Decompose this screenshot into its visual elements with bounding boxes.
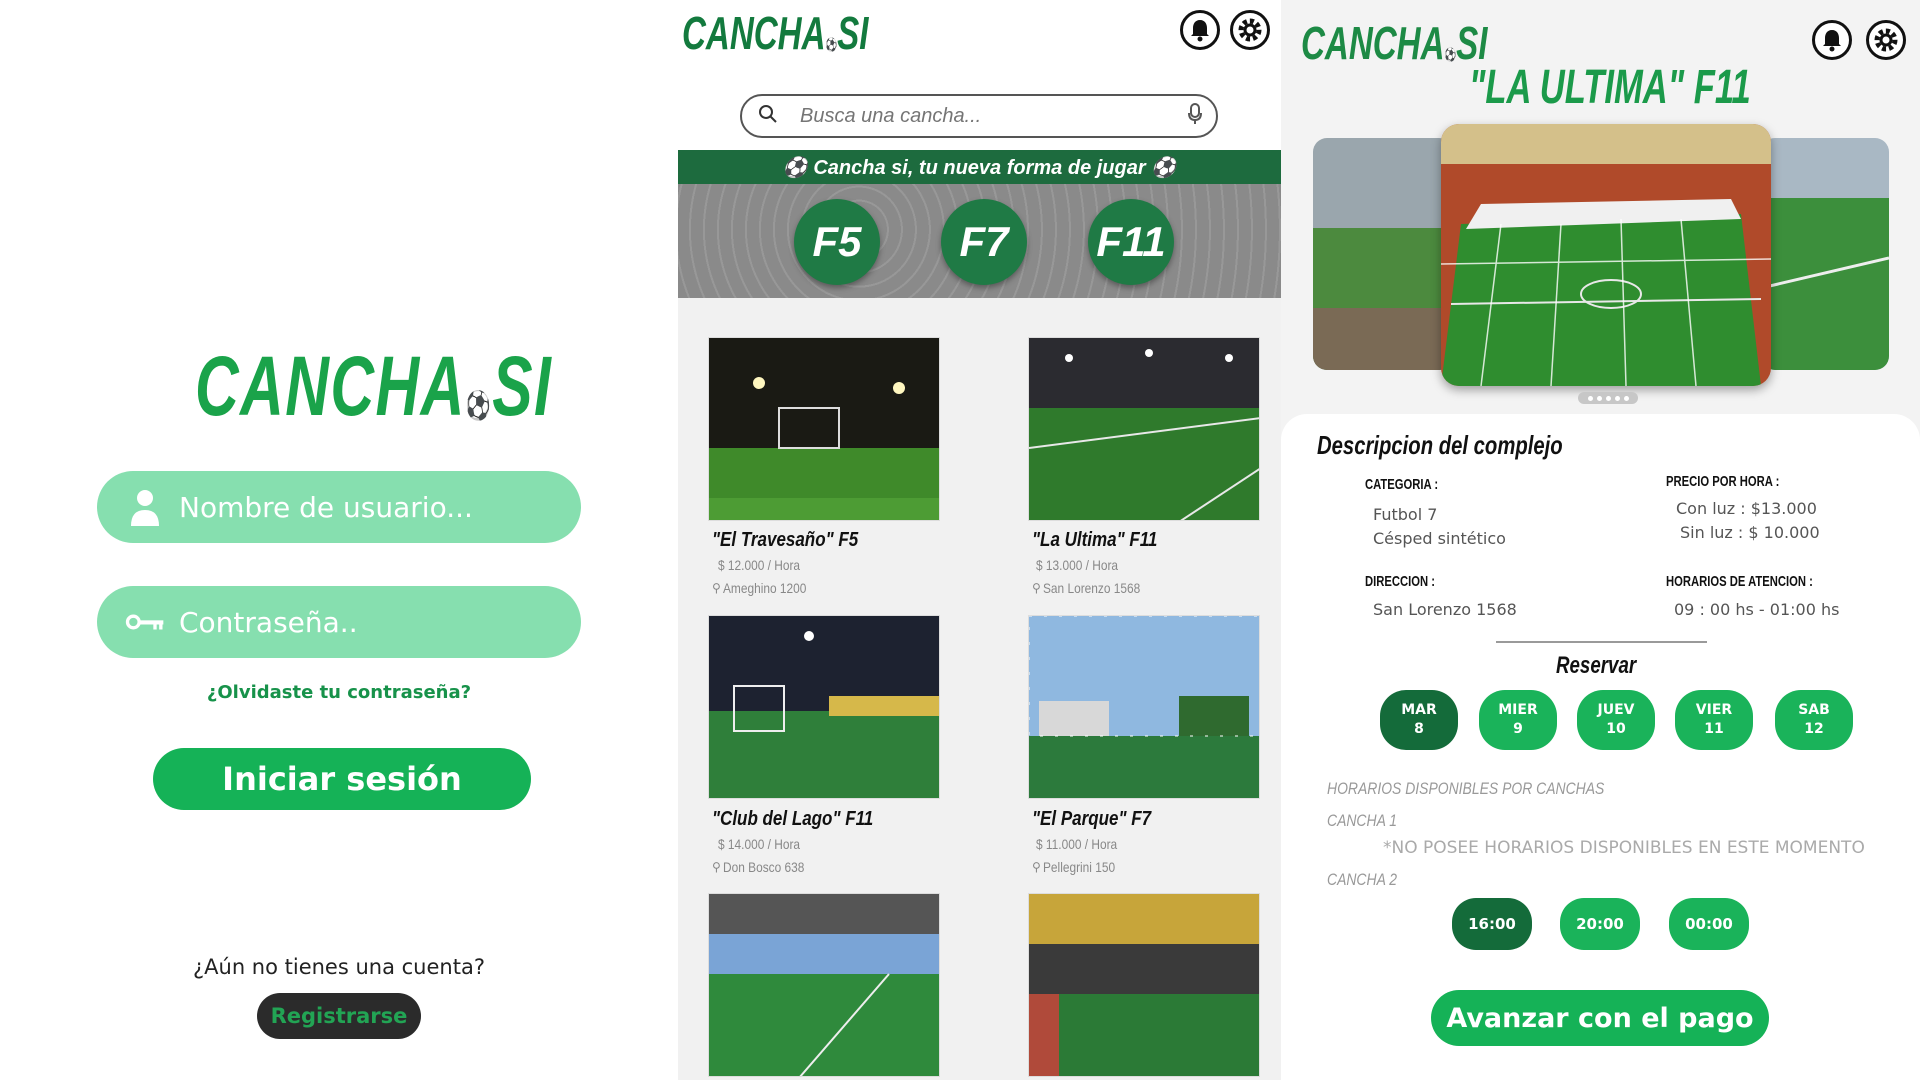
gallery-pagination-dots[interactable] [1578,392,1638,404]
soccer-ball-icon: ⚽ [825,37,838,52]
location-pin-icon: ⚲ [1032,860,1041,874]
register-button[interactable]: Registrarse [257,993,421,1039]
court-price: $ 13.000 / Hora [1036,557,1119,573]
address-label: DIRECCION : [1365,573,1436,590]
court-photo[interactable] [1028,615,1260,799]
day-button[interactable]: SAB 12 [1775,690,1853,750]
court-photo[interactable] [1028,337,1260,521]
location-pin-icon: ⚲ [712,860,721,874]
notification-bell-icon[interactable] [1180,10,1220,50]
username-placeholder: Nombre de usuario... [179,490,473,524]
day-button[interactable]: MAR 8 [1380,690,1458,750]
description-heading: Descripcion del complejo [1317,430,1563,460]
login-screen: CANCHA⚽SI Nombre de usuario... Contraseñ… [0,0,678,1080]
divider [1496,641,1707,643]
court-detail-screen: CANCHA⚽SI "LA ULTIMA" F11 Descripcion de… [1281,0,1920,1080]
category-label: CATEGORIA : [1365,476,1439,493]
court-price: $ 14.000 / Hora [718,836,801,852]
app-logo: CANCHA⚽SI [682,7,869,59]
time-slot-button[interactable]: 20:00 [1560,898,1640,950]
key-icon [125,602,165,642]
court-photo[interactable] [708,893,940,1077]
address-value: San Lorenzo 1568 [1373,600,1517,619]
settings-gear-icon[interactable] [1230,10,1270,50]
soccer-ball-icon: ⚽ [1444,47,1457,62]
app-logo: CANCHA⚽SI [1301,17,1488,69]
court-1-no-slots-note: *NO POSEE HORARIOS DISPONIBLES EN ESTE M… [1383,838,1865,858]
court-address: ⚲ Ameghino 1200 [712,580,807,596]
court-title[interactable]: "La Ultima" F11 [1032,529,1157,552]
reserve-heading: Reservar [1556,652,1637,679]
gallery-next-photo[interactable] [1761,138,1889,370]
microphone-icon[interactable] [1188,103,1202,129]
time-slot-button[interactable]: 00:00 [1669,898,1749,950]
search-icon [758,104,778,128]
category-value: Futbol 7 [1373,505,1438,524]
location-pin-icon: ⚲ [1032,581,1041,595]
court-title[interactable]: "Club del Lago" F11 [712,808,873,831]
format-f5-button[interactable]: F5 [794,199,880,285]
hours-value: 09 : 00 hs - 01:00 hs [1674,600,1840,619]
day-button[interactable]: JUEV 10 [1577,690,1655,750]
court-photo[interactable] [708,337,940,521]
app-logo: CANCHA⚽SI [195,339,553,433]
court-title[interactable]: "El Parque" F7 [1032,808,1151,831]
notification-bell-icon[interactable] [1812,20,1852,60]
court-2-label: CANCHA 2 [1327,870,1397,889]
court-1-label: CANCHA 1 [1327,811,1397,830]
price-value: Sin luz : $ 10.000 [1680,523,1820,542]
login-button[interactable]: Iniciar sesión [153,748,531,810]
user-icon [125,487,165,527]
gallery-main-photo[interactable] [1441,124,1771,386]
username-field[interactable]: Nombre de usuario... [97,471,581,543]
category-value: Césped sintético [1373,529,1506,548]
price-value: Con luz : $13.000 [1676,499,1817,518]
time-slot-button[interactable]: 16:00 [1452,898,1532,950]
court-photo[interactable] [1028,893,1260,1077]
format-f11-button[interactable]: F11 [1088,199,1174,285]
password-placeholder: Contraseña.. [179,605,358,639]
court-title: "LA ULTIMA" F11 [1469,61,1751,114]
location-pin-icon: ⚲ [712,581,721,595]
password-field[interactable]: Contraseña.. [97,586,581,658]
search-bar[interactable] [740,94,1218,138]
day-button[interactable]: MIER 9 [1479,690,1557,750]
forgot-password-link[interactable]: ¿Olvidaste tu contraseña? [0,682,678,703]
court-price: $ 11.000 / Hora [1036,836,1118,852]
price-label: PRECIO POR HORA : [1666,473,1780,490]
court-title[interactable]: "El Travesaño" F5 [712,529,858,552]
settings-gear-icon[interactable] [1866,20,1906,60]
no-account-text: ¿Aún no tienes una cuenta? [193,955,485,979]
court-address: ⚲ San Lorenzo 1568 [1032,580,1141,596]
promo-banner: ⚽ Cancha si, tu nueva forma de jugar ⚽ [678,150,1281,184]
hours-label: HORARIOS DE ATENCION : [1666,573,1813,590]
court-address: ⚲ Don Bosco 638 [712,859,805,875]
court-list-screen: CANCHA⚽SI ⚽ Cancha si, tu nueva forma de… [678,0,1281,1080]
proceed-to-payment-button[interactable]: Avanzar con el pago [1431,990,1769,1046]
day-button[interactable]: VIER 11 [1675,690,1753,750]
gallery-prev-photo[interactable] [1313,138,1453,370]
soccer-ball-icon: ⚽ [465,390,493,421]
court-photo[interactable] [708,615,940,799]
court-price: $ 12.000 / Hora [718,557,801,573]
search-input[interactable] [800,104,1160,128]
court-address: ⚲ Pellegrini 150 [1032,859,1115,875]
format-f7-button[interactable]: F7 [941,199,1027,285]
available-hours-heading: HORARIOS DISPONIBLES POR CANCHAS [1327,779,1605,798]
